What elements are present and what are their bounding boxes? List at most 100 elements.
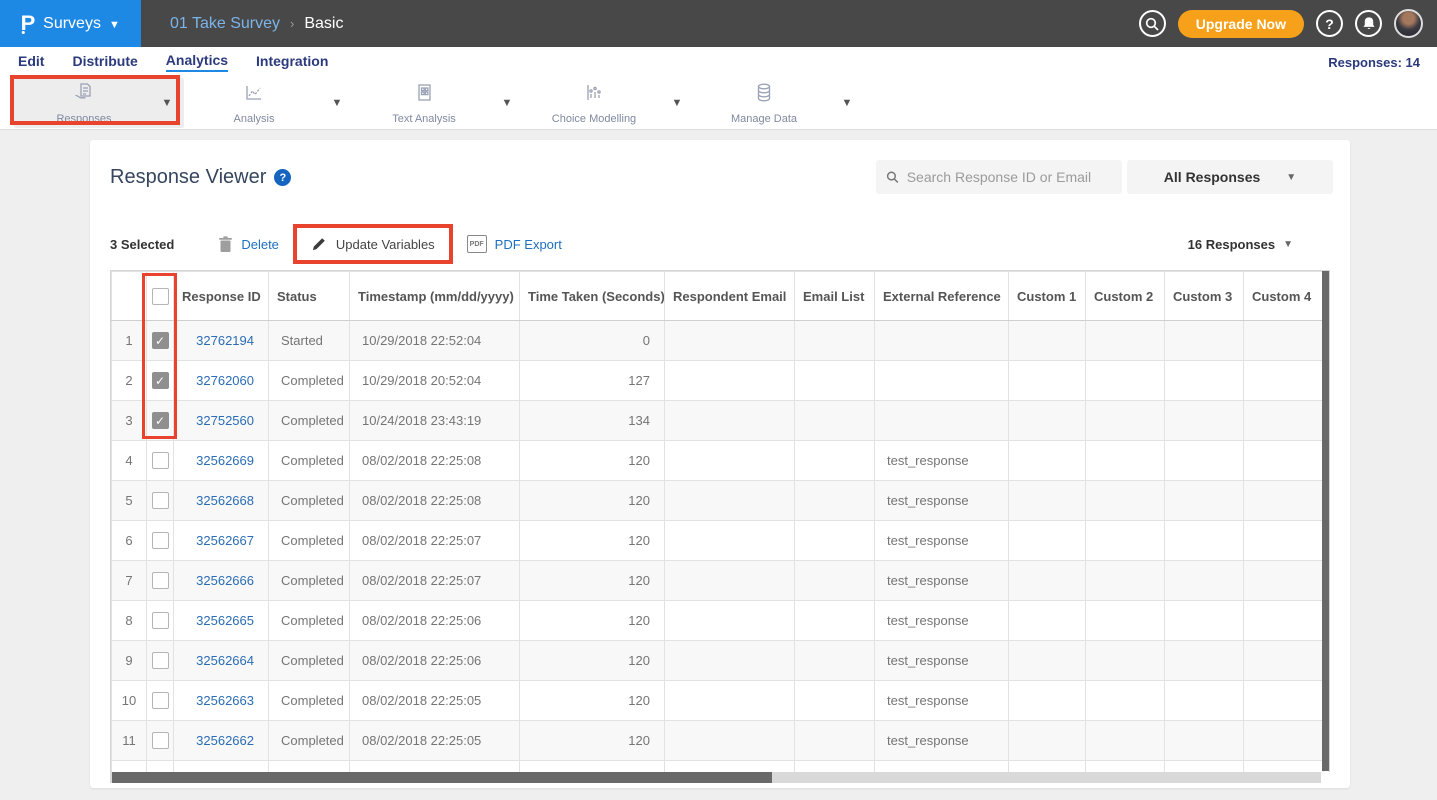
page-title: Response Viewer ? (110, 166, 291, 189)
status-cell: Completed (269, 401, 350, 441)
responses-dropdown-caret[interactable]: ▼ (154, 97, 180, 109)
custom4-cell (1244, 481, 1324, 521)
row-checkbox[interactable] (152, 732, 169, 749)
tab-edit[interactable]: Edit (18, 53, 44, 71)
custom4-cell (1244, 361, 1324, 401)
respondent-email-cell (665, 561, 795, 601)
time-taken-cell: 120 (520, 761, 665, 773)
row-checkbox[interactable]: ✓ (152, 332, 169, 349)
toolbar-item-text-analysis[interactable]: Text Analysis (354, 77, 494, 129)
horizontal-scrollbar-thumb[interactable] (112, 772, 772, 783)
response-id-link[interactable]: 32562662 (196, 733, 254, 748)
row-checkbox[interactable] (152, 572, 169, 589)
row-checkbox[interactable] (152, 652, 169, 669)
response-filter-dropdown[interactable]: All Responses ▼ (1127, 160, 1333, 194)
custom2-cell (1086, 761, 1165, 773)
row-checkbox[interactable]: ✓ (152, 372, 169, 389)
row-number: 9 (112, 641, 147, 681)
response-id-link[interactable]: 32562667 (196, 533, 254, 548)
custom2-cell (1086, 481, 1165, 521)
response-id-link[interactable]: 32562668 (196, 493, 254, 508)
help-button[interactable]: ? (1316, 10, 1343, 37)
col-response-id[interactable]: Response ID▲▼ (174, 272, 269, 321)
toolbar-item-analysis[interactable]: Analysis (184, 77, 324, 129)
response-id-link[interactable]: 32762194 (196, 333, 254, 348)
response-id-link[interactable]: 32562666 (196, 573, 254, 588)
col-select (147, 272, 174, 321)
custom1-cell (1009, 561, 1086, 601)
vertical-scrollbar[interactable] (1322, 271, 1329, 771)
table-row: 1132562662Completed08/02/2018 22:25:0512… (112, 721, 1324, 761)
surveys-menu[interactable]: P Surveys ▼ (0, 0, 141, 47)
status-cell: Completed (269, 361, 350, 401)
table-row: 932562664Completed08/02/2018 22:25:06120… (112, 641, 1324, 681)
external-reference-cell: test_response (875, 441, 1009, 481)
search-button[interactable] (1139, 10, 1166, 37)
response-id-link[interactable]: 32562669 (196, 453, 254, 468)
respondent-email-cell (665, 761, 795, 773)
toolbar-item-manage-data[interactable]: Manage Data (694, 77, 834, 129)
email-list-cell (795, 601, 875, 641)
row-number: 12 (112, 761, 147, 773)
responses-pagesize-dropdown[interactable]: 16 Responses ▼ (1188, 237, 1293, 252)
row-checkbox[interactable] (152, 612, 169, 629)
col-timestamp[interactable]: Timestamp (mm/dd/yyyy)▲▼ (350, 272, 520, 321)
analytics-toolbar: Responses ▼ Analysis ▼ Text Analysis ▼ C… (0, 77, 1437, 130)
status-cell: Completed (269, 441, 350, 481)
response-id-link[interactable]: 32562663 (196, 693, 254, 708)
toolbar-group-choice-modelling: Choice Modelling ▼ (524, 78, 694, 128)
choice-modelling-dropdown-caret[interactable]: ▼ (664, 97, 690, 109)
user-avatar[interactable] (1394, 9, 1423, 38)
custom2-cell (1086, 521, 1165, 561)
email-list-cell (795, 401, 875, 441)
response-id-cell: 32762194 (174, 321, 269, 361)
manage-data-icon (752, 81, 776, 110)
title-help-icon[interactable]: ? (274, 169, 291, 186)
pdf-export-button[interactable]: PDF PDF Export (467, 235, 562, 253)
toolbar-group-text-analysis: Text Analysis ▼ (354, 78, 524, 128)
selected-count: 3 Selected (110, 237, 174, 252)
external-reference-cell (875, 321, 1009, 361)
toolbar-item-responses[interactable]: Responses (14, 77, 154, 129)
custom4-cell (1244, 761, 1324, 773)
status-cell: Completed (269, 641, 350, 681)
update-variables-button[interactable]: Update Variables (293, 224, 453, 264)
custom3-cell (1165, 321, 1244, 361)
external-reference-cell: test_response (875, 601, 1009, 641)
response-id-link[interactable]: 32762060 (196, 373, 254, 388)
tab-distribute[interactable]: Distribute (72, 53, 137, 71)
row-select-cell (147, 561, 174, 601)
response-id-link[interactable]: 32562664 (196, 653, 254, 668)
row-checkbox[interactable] (152, 492, 169, 509)
response-id-link[interactable]: 32562665 (196, 613, 254, 628)
analysis-icon (242, 81, 266, 110)
horizontal-scrollbar[interactable] (110, 772, 1330, 783)
custom2-cell (1086, 721, 1165, 761)
analysis-dropdown-caret[interactable]: ▼ (324, 97, 350, 109)
toolbar-item-choice-modelling[interactable]: Choice Modelling (524, 77, 664, 129)
row-checkbox[interactable] (152, 452, 169, 469)
notifications-button[interactable] (1355, 10, 1382, 37)
row-checkbox[interactable] (152, 692, 169, 709)
response-id-link[interactable]: 32752560 (196, 413, 254, 428)
row-checkbox[interactable]: ✓ (152, 412, 169, 429)
row-number: 6 (112, 521, 147, 561)
text-analysis-dropdown-caret[interactable]: ▼ (494, 97, 520, 109)
delete-button[interactable]: Delete (218, 236, 279, 253)
row-select-cell (147, 441, 174, 481)
col-time-taken[interactable]: Time Taken (Seconds)▲▼ (520, 272, 665, 321)
status-cell: Completed (269, 761, 350, 773)
tab-integration[interactable]: Integration (256, 53, 328, 71)
questionpro-logo: P (21, 12, 36, 36)
external-reference-cell: test_response (875, 521, 1009, 561)
timestamp-cell: 08/02/2018 22:25:08 (350, 481, 520, 521)
breadcrumb-survey-link[interactable]: 01 Take Survey (170, 15, 280, 33)
row-checkbox[interactable] (152, 532, 169, 549)
search-input[interactable] (907, 169, 1112, 185)
upgrade-now-button[interactable]: Upgrade Now (1178, 10, 1304, 38)
tab-analytics[interactable]: Analytics (166, 52, 228, 72)
manage-data-dropdown-caret[interactable]: ▼ (834, 97, 860, 109)
response-id-cell: 32562664 (174, 641, 269, 681)
select-all-checkbox[interactable] (152, 288, 169, 305)
col-custom-1: Custom 1 (1009, 272, 1086, 321)
